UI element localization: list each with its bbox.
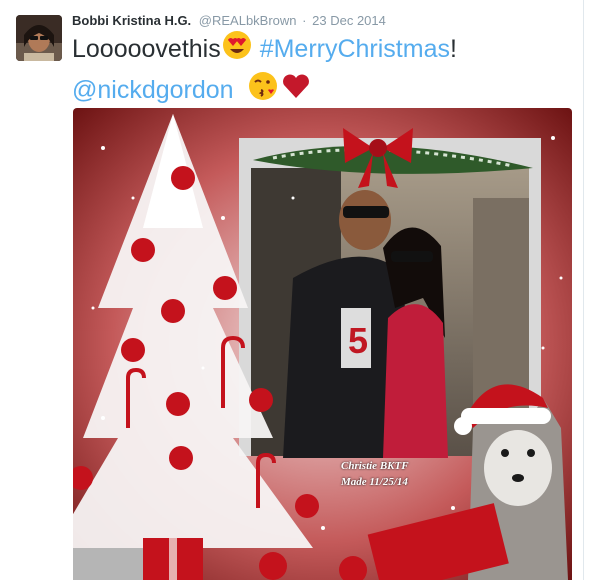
watermark-line-2: Made 11/25/14 bbox=[341, 476, 408, 488]
watermark-line-1: Christie BKTF bbox=[341, 460, 409, 472]
user-handle[interactable]: @REALbkBrown bbox=[199, 13, 297, 28]
mention-link[interactable]: @nickdgordon bbox=[72, 76, 234, 104]
separator: · bbox=[302, 13, 307, 28]
tweet-media-image[interactable]: 5 Christie BKTF Made 11/25/14 bbox=[73, 108, 572, 580]
tweet-text-body: Looooovethis bbox=[72, 35, 221, 64]
timeline-divider bbox=[583, 0, 584, 580]
hashtag-link[interactable]: #MerryChristmas bbox=[260, 35, 450, 63]
avatar[interactable] bbox=[16, 15, 62, 61]
heart-eyes-emoji-icon bbox=[221, 30, 253, 71]
tweet[interactable]: Bobbi Kristina H.G. @REALbkBrown · 23 De… bbox=[0, 0, 600, 580]
display-name[interactable]: Bobbi Kristina H.G. bbox=[72, 13, 191, 28]
tweet-text: Looooovethis #MerryChristmas! @nickdgord… bbox=[72, 30, 582, 112]
svg-text:5: 5 bbox=[348, 320, 368, 361]
kissing-face-emoji-icon bbox=[247, 71, 279, 112]
tweet-text-end: ! bbox=[449, 35, 457, 64]
red-heart-emoji-icon bbox=[281, 72, 311, 111]
tweet-date[interactable]: 23 Dec 2014 bbox=[312, 13, 386, 28]
image-watermark: Christie BKTF Made 11/25/14 bbox=[341, 458, 409, 490]
